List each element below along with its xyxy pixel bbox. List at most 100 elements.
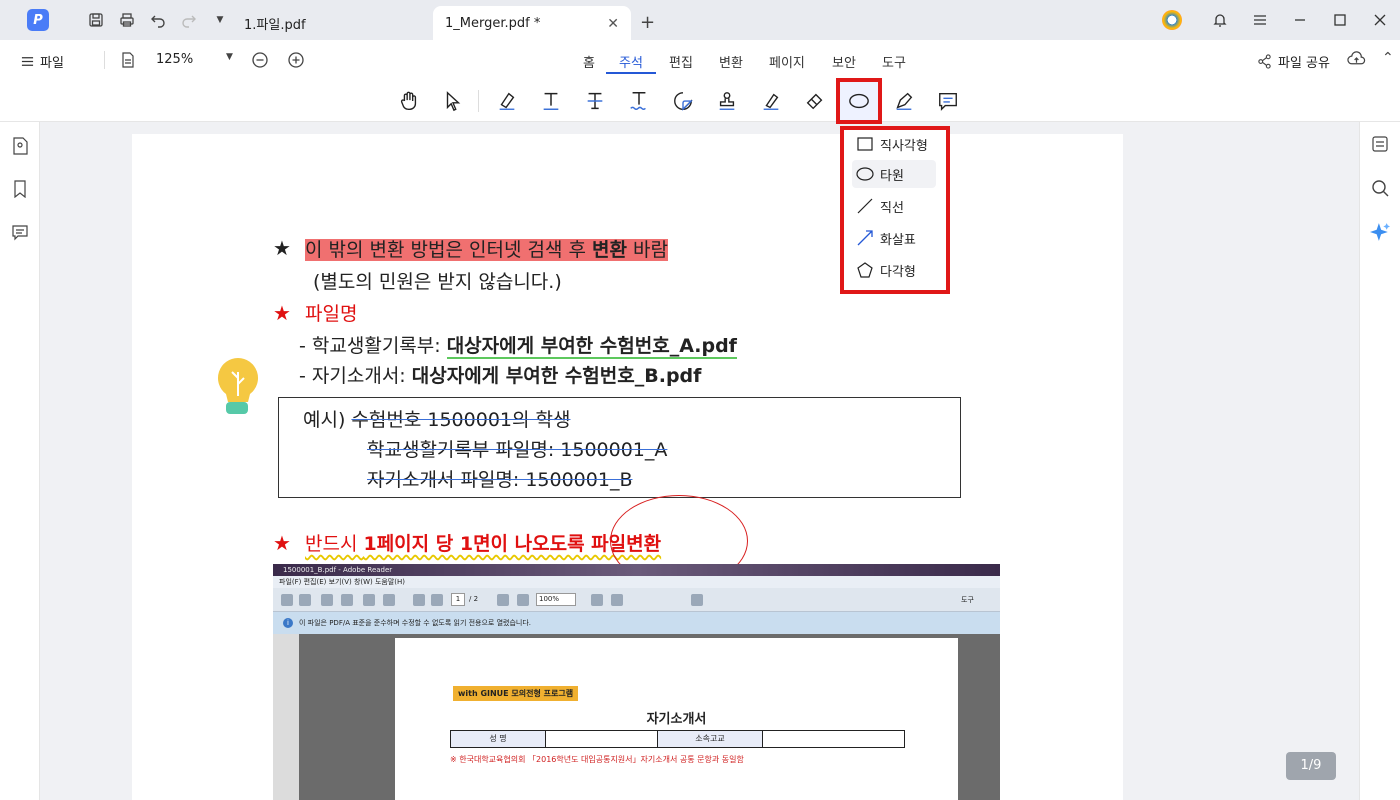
notification-bell-icon[interactable] [1210, 10, 1230, 30]
file-menu-button[interactable]: 파일 [21, 52, 64, 71]
table-cell: 성 명 [451, 731, 546, 747]
quick-access-dropdown-icon[interactable]: ▼ [209, 9, 231, 31]
hand-tool-icon[interactable] [394, 86, 424, 116]
page-view-icon[interactable] [120, 52, 136, 72]
lightbulb-icon[interactable] [214, 356, 262, 422]
account-avatar-icon[interactable] [1162, 10, 1182, 30]
embedded-page-number: 1 [451, 593, 465, 606]
file-menu-label: 파일 [40, 56, 64, 71]
embedded-tools-label: 도구 [961, 596, 974, 604]
menu-item-label: 직선 [880, 200, 904, 216]
example-line-2: 학교생활기록부 파일명: 1500001_A [367, 439, 668, 461]
close-tab-icon[interactable]: ✕ [607, 16, 619, 32]
menu-item-rectangle[interactable]: 직사각형 [852, 130, 936, 158]
collapse-icon[interactable]: ⌃ [1382, 50, 1394, 66]
embedded-sidebar [273, 634, 299, 800]
select-tool-icon[interactable] [438, 86, 468, 116]
info-icon: i [283, 618, 293, 628]
thumbnail-icon[interactable] [9, 135, 31, 157]
menu-item-line[interactable]: 직선 [852, 192, 936, 220]
highlighted-text[interactable]: 이 밖의 변환 방법은 인터넷 검색 후 변환 바람 [305, 239, 668, 261]
menu-item-label: 화살표 [880, 232, 916, 248]
sticky-note-icon[interactable] [668, 86, 698, 116]
embedded-info-text: 이 파일은 PDF/A 표준을 준수하며 수정할 수 없도록 읽기 전용으로 열… [299, 619, 532, 627]
ai-sparkle-icon[interactable] [1369, 221, 1391, 243]
tab-page[interactable]: 페이지 [769, 52, 805, 71]
tab-home[interactable]: 홈 [583, 52, 595, 71]
embedded-note: ※ 한국대학교육협의회 「2016학년도 대입공통지원서」자기소개서 공통 문항… [450, 755, 744, 764]
tab-file-1[interactable]: 1.파일.pdf [232, 6, 428, 40]
table-cell [763, 731, 903, 747]
minimize-icon[interactable] [1290, 10, 1310, 30]
ellipse-shape-tool-icon[interactable] [836, 78, 882, 124]
title-bar: P ▼ 1.파일.pdf 1_Merger.pdf * ✕ + [0, 0, 1400, 40]
share-file-button[interactable]: 파일 공유 [1257, 52, 1330, 71]
zoom-in-icon[interactable] [287, 51, 305, 73]
doc-line-6: 반드시 1페이지 당 1면이 나오도록 파일변환 [305, 533, 662, 555]
share-icon [1258, 54, 1271, 69]
underline-text-icon[interactable] [536, 86, 566, 116]
left-sidebar [0, 122, 40, 800]
menu-item-arrow[interactable]: 화살표 [852, 224, 936, 252]
undo-icon[interactable] [147, 9, 169, 31]
active-tab-indicator [606, 72, 656, 74]
embedded-zoom: 100% [536, 593, 576, 606]
embedded-info-bar: i 이 파일은 PDF/A 표준을 준수하며 수정할 수 없도록 읽기 전용으로… [273, 612, 1000, 634]
line-icon [857, 198, 873, 214]
tab-merger[interactable]: 1_Merger.pdf * ✕ [433, 6, 631, 40]
embedded-menu: 파일(F) 편집(E) 보기(V) 창(W) 도움말(H) [273, 576, 1000, 588]
maximize-icon[interactable] [1330, 10, 1350, 30]
embedded-table: 성 명 소속고교 [450, 730, 905, 748]
tab-annotate[interactable]: 주석 [619, 52, 643, 71]
share-label: 파일 공유 [1278, 56, 1330, 71]
new-tab-icon[interactable]: + [640, 12, 655, 33]
tab-label: 1.파일.pdf [244, 17, 306, 33]
search-icon[interactable] [1369, 177, 1391, 199]
embedded-screenshot: 1500001_B.pdf - Adobe Reader 파일(F) 편집(E)… [273, 564, 1000, 800]
tab-tools[interactable]: 도구 [882, 52, 906, 71]
signature-pen-icon[interactable] [756, 86, 786, 116]
tab-label: 1_Merger.pdf * [445, 15, 541, 31]
menu-item-ellipse[interactable]: 타원 [852, 160, 936, 188]
comments-panel-icon[interactable] [9, 221, 31, 243]
app-logo-icon[interactable]: P [27, 9, 49, 31]
rectangle-icon [857, 137, 873, 151]
doc-line-1: 이 밖의 변환 방법은 인터넷 검색 후 변환 바람 [305, 235, 668, 262]
cloud-upload-icon[interactable] [1347, 51, 1366, 71]
save-icon[interactable] [85, 9, 107, 31]
divider [104, 51, 105, 69]
pencil-draw-icon[interactable] [889, 86, 919, 116]
star-bullet: ★ [273, 531, 291, 555]
zoom-dropdown-icon[interactable]: ▼ [226, 52, 233, 62]
underlined-text[interactable]: 대상자에게 부여한 수험번호_A.pdf [446, 335, 737, 359]
squiggly-underline-icon[interactable] [624, 86, 654, 116]
arrow-icon [857, 230, 873, 246]
menu-item-label: 타원 [880, 168, 904, 184]
bookmark-icon[interactable] [9, 178, 31, 200]
redo-icon[interactable] [178, 9, 200, 31]
embedded-page-total: / 2 [469, 595, 479, 603]
embedded-document: with GINUE 모의전형 프로그램 자기소개서 성 명 소속고교 ※ 한국… [395, 638, 958, 800]
doc-line-5: - 자기소개서: 대상자에게 부여한 수험번호_B.pdf [299, 365, 702, 387]
eraser-icon[interactable] [800, 86, 830, 116]
strikethrough-icon[interactable] [580, 86, 610, 116]
stamp-icon[interactable] [712, 86, 742, 116]
close-window-icon[interactable] [1370, 10, 1390, 30]
menu-item-polygon[interactable]: 다각형 [852, 256, 936, 284]
ellipse-icon [856, 167, 874, 181]
tab-convert[interactable]: 변환 [719, 52, 743, 71]
zoom-level[interactable]: 125% [156, 52, 193, 67]
star-bullet: ★ [273, 301, 291, 325]
embedded-window-title: 1500001_B.pdf - Adobe Reader [273, 564, 1000, 576]
highlight-tool-icon[interactable] [492, 86, 522, 116]
hamburger-menu-icon[interactable] [1250, 10, 1270, 30]
annotation-toolbar [0, 78, 1400, 124]
properties-icon[interactable] [1369, 133, 1391, 155]
example-line-3: 자기소개서 파일명: 1500001_B [367, 469, 633, 491]
comment-icon[interactable] [933, 86, 963, 116]
print-icon[interactable] [116, 9, 138, 31]
zoom-out-icon[interactable] [251, 51, 269, 73]
tab-security[interactable]: 보안 [832, 52, 856, 71]
tab-edit[interactable]: 편집 [669, 52, 693, 71]
page-indicator[interactable]: 1/9 [1286, 752, 1336, 780]
